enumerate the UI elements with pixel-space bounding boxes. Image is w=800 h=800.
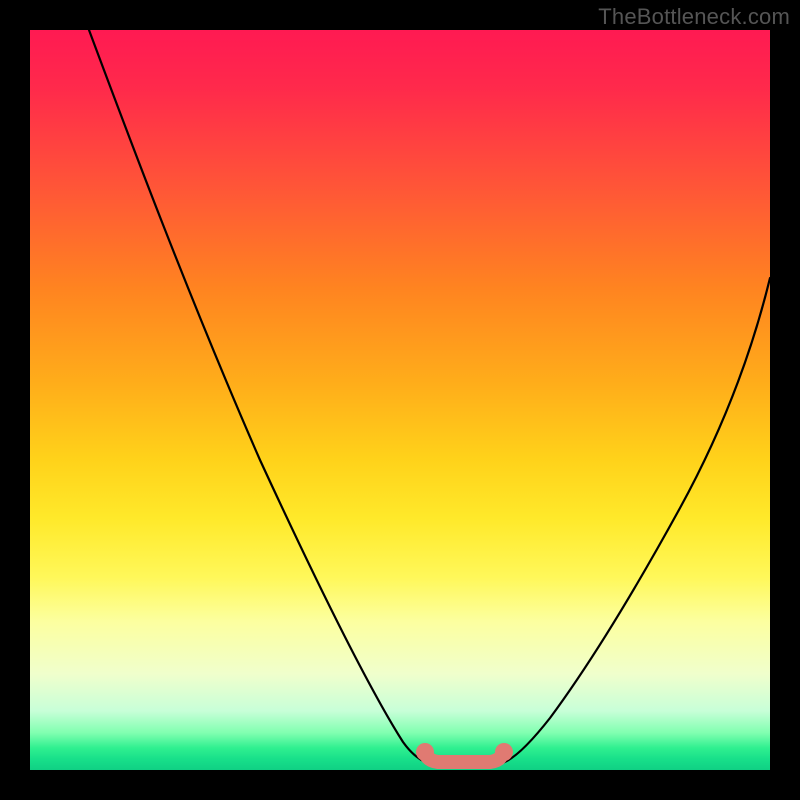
curve-left-branch xyxy=(89,30,428,763)
bump-right-dot xyxy=(495,743,513,761)
curve-right-branch xyxy=(502,278,770,763)
bump-left-dot xyxy=(416,743,434,761)
watermark-label: TheBottleneck.com xyxy=(598,4,790,30)
plot-area xyxy=(30,30,770,770)
chart-frame: TheBottleneck.com xyxy=(0,0,800,800)
curve-layer xyxy=(30,30,770,770)
bump-marker xyxy=(425,753,503,762)
